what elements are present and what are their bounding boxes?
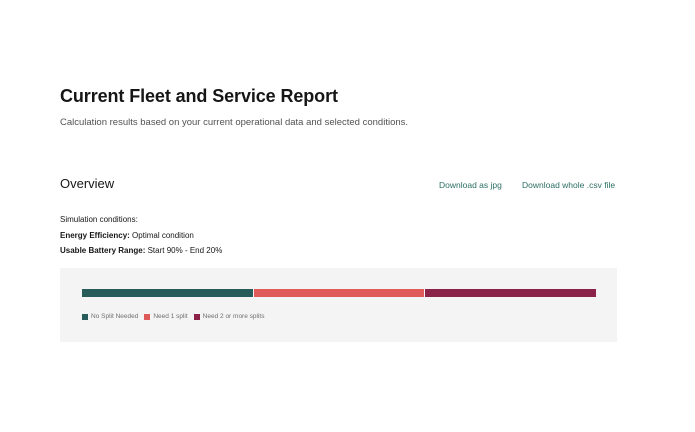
legend-item: No Split Needed — [82, 313, 138, 320]
bar-segment-1[interactable] — [82, 289, 253, 297]
battery-range-value: Start 90% - End 20% — [147, 246, 223, 255]
legend-label: Need 1 split — [153, 313, 188, 320]
legend-label: Need 2 or more splits — [202, 313, 265, 320]
energy-efficiency-label: Energy Efficiency: — [60, 230, 130, 240]
download-jpg-link[interactable]: Download as jpg — [439, 180, 502, 190]
battery-range-row: Usable Battery Range: Start 90% - End 20… — [60, 243, 222, 259]
simulation-conditions: Simulation conditions: Energy Efficiency… — [60, 212, 222, 259]
legend-swatch — [144, 313, 151, 320]
battery-range-label: Usable Battery Range: — [60, 246, 146, 255]
page-subtitle: Calculation results based on your curren… — [60, 117, 409, 128]
overview-heading: Overview — [60, 176, 115, 191]
energy-efficiency-row: Energy Efficiency: Optimal condition — [60, 228, 222, 244]
legend-item: Need 1 split — [144, 313, 188, 320]
split-stacked-bar — [82, 289, 597, 297]
legend-item: Need 2 or more splits — [193, 313, 265, 320]
report-page: Current Fleet and Service Report Calcula… — [0, 0, 695, 432]
legend-label: No Split Needed — [91, 313, 139, 320]
bar-segment-3[interactable] — [425, 289, 597, 297]
chart-legend: No Split Needed Need 1 split Need 2 or mor… — [82, 313, 270, 320]
page-title: Current Fleet and Service Report — [60, 86, 338, 106]
energy-efficiency-value: Optimal condition — [132, 230, 194, 240]
split-chart-panel: No Split Needed Need 1 split Need 2 or mor… — [60, 268, 617, 342]
conditions-heading: Simulation conditions: — [60, 215, 138, 224]
download-csv-link[interactable]: Download whole .csv file — [522, 180, 615, 190]
legend-swatch — [82, 313, 88, 320]
legend-swatch — [193, 313, 200, 320]
bar-segment-2[interactable] — [253, 289, 425, 297]
